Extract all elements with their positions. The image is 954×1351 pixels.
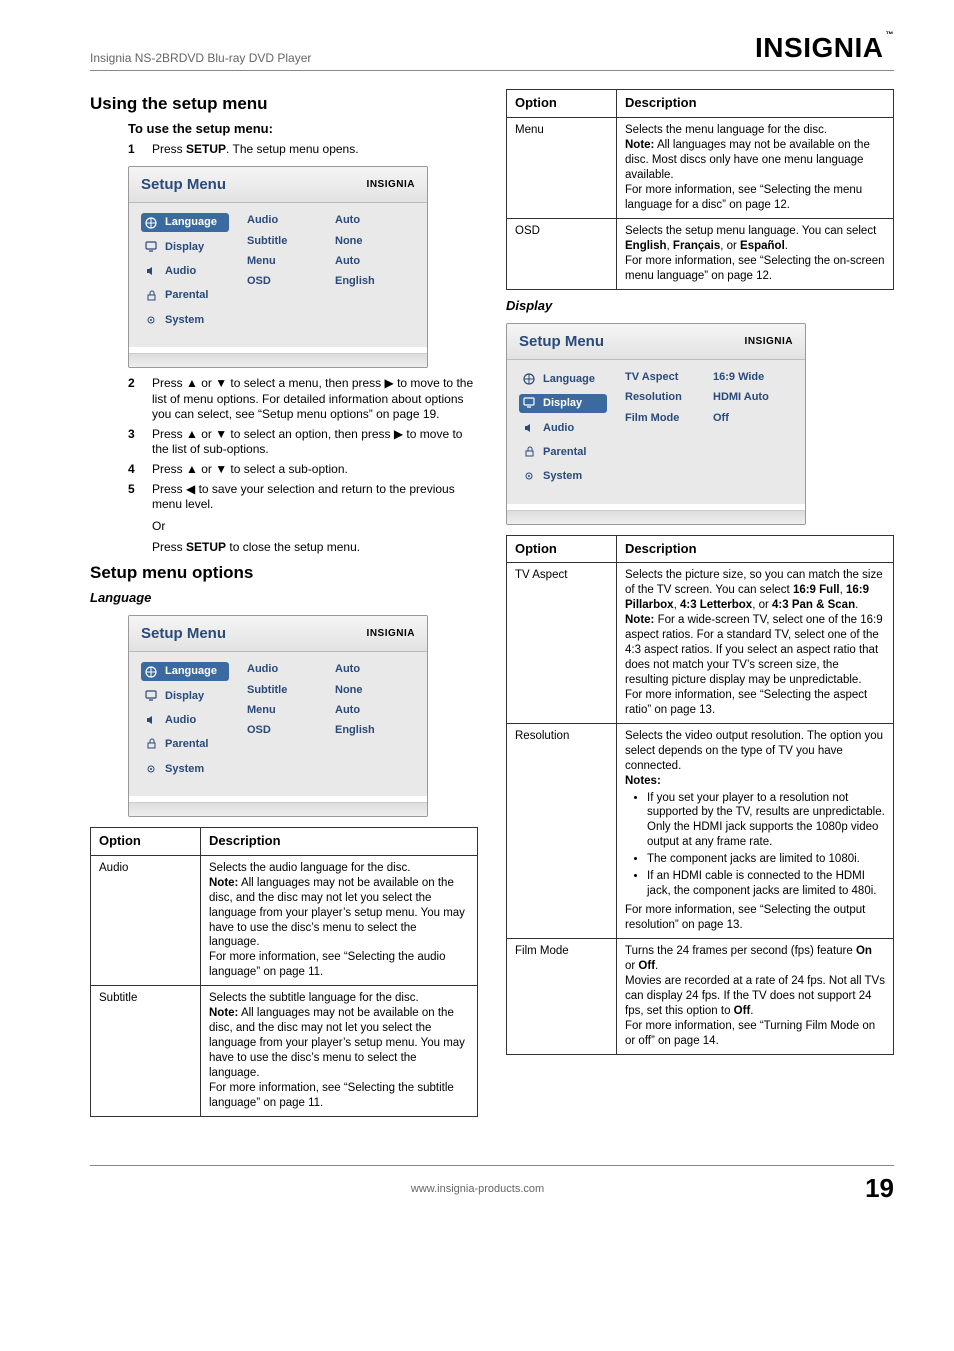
step-3: 3Press ▲ or ▼ to select an option, then … [128, 427, 478, 458]
speaker-icon [145, 265, 159, 277]
step-5: 5Press ◀ to save your selection and retu… [128, 482, 478, 513]
gear-icon [523, 470, 537, 482]
nav-audio[interactable]: Audio [141, 262, 229, 280]
or-text: Or [152, 519, 478, 535]
language-options-table: Option Description Audio Selects the aud… [90, 827, 478, 1117]
nav-system[interactable]: System [141, 311, 229, 329]
subheading-to-use: To use the setup menu: [128, 121, 478, 138]
section-setup-options: Setup menu options [90, 562, 478, 584]
th-description: Description [617, 535, 894, 563]
left-column: Using the setup menu To use the setup me… [90, 89, 478, 1124]
nav-language[interactable]: Language [141, 213, 229, 231]
or-press-setup: Press SETUP to close the setup menu. [152, 540, 478, 556]
row-film-mode: Film Mode Turns the 24 frames per second… [507, 938, 894, 1054]
step-1: 1 Press SETUP. The setup menu opens. [128, 142, 478, 158]
nav-language[interactable]: Language [141, 662, 229, 680]
row-audio: Audio Selects the audio language for the… [91, 855, 478, 986]
brand-logo: INSIGNIA™ [755, 30, 894, 66]
nav-parental[interactable]: Parental [141, 286, 229, 304]
doc-title: Insignia NS-2BRDVD Blu-ray DVD Player [90, 51, 311, 67]
nav-language[interactable]: Language [519, 370, 607, 388]
nav-audio[interactable]: Audio [519, 419, 607, 437]
steps-list-cont: 2Press ▲ or ▼ to select a menu, then pre… [128, 376, 478, 513]
page-number: 19 [865, 1172, 894, 1206]
row-subtitle: Subtitle Selects the subtitle language f… [91, 986, 478, 1117]
page-footer: www.insignia-products.com 19 [90, 1165, 894, 1206]
nav-system[interactable]: System [519, 467, 607, 485]
gear-icon [145, 314, 159, 326]
display-options-table: Option Description TV Aspect Selects the… [506, 535, 894, 1055]
right-column: Option Description Menu Selects the menu… [506, 89, 894, 1124]
monitor-icon [523, 397, 537, 409]
nav-parental[interactable]: Parental [141, 735, 229, 753]
setup-menu-title: Setup Menu [141, 175, 226, 195]
globe-icon [145, 217, 159, 229]
footer-url: www.insignia-products.com [411, 1182, 544, 1196]
nav-audio[interactable]: Audio [141, 711, 229, 729]
step-4: 4Press ▲ or ▼ to select a sub-option. [128, 462, 478, 478]
setup-values: Auto None Auto English [335, 213, 375, 328]
heading-display: Display [506, 298, 894, 315]
setup-labels: Audio Subtitle Menu OSD [247, 213, 317, 328]
setup-menu-language: Setup Menu INSIGNIA Language Display Aud… [128, 166, 428, 368]
lock-icon [145, 290, 159, 302]
setup-menu-language-2: Setup Menu INSIGNIA Language Display Aud… [128, 615, 428, 817]
th-description: Description [201, 827, 478, 855]
monitor-icon [145, 690, 159, 702]
globe-icon [523, 373, 537, 385]
language-options-table-cont: Option Description Menu Selects the menu… [506, 89, 894, 289]
nav-display[interactable]: Display [141, 687, 229, 705]
th-option: Option [507, 535, 617, 563]
row-menu: Menu Selects the menu language for the d… [507, 118, 894, 219]
lock-icon [523, 446, 537, 458]
globe-icon [145, 666, 159, 678]
lock-icon [145, 738, 159, 750]
setup-menu-brand: INSIGNIA [367, 178, 415, 191]
row-tv-aspect: TV Aspect Selects the picture size, so y… [507, 563, 894, 723]
row-osd: OSD Selects the setup menu language. You… [507, 218, 894, 289]
nav-display[interactable]: Display [141, 238, 229, 256]
speaker-icon [523, 422, 537, 434]
setup-nav: Language Display Audio Parental System [141, 213, 229, 328]
th-description: Description [617, 90, 894, 118]
steps-list: 1 Press SETUP. The setup menu opens. [128, 142, 478, 158]
nav-parental[interactable]: Parental [519, 443, 607, 461]
heading-language: Language [90, 590, 478, 607]
resolution-notes-list: If you set your player to a resolution n… [647, 791, 885, 900]
row-resolution: Resolution Selects the video output reso… [507, 723, 894, 938]
gear-icon [145, 763, 159, 775]
setup-menu-display: Setup Menu INSIGNIA Language Display Aud… [506, 323, 806, 525]
step-2: 2Press ▲ or ▼ to select a menu, then pre… [128, 376, 478, 423]
page-header: Insignia NS-2BRDVD Blu-ray DVD Player IN… [90, 30, 894, 71]
monitor-icon [145, 241, 159, 253]
section-using-setup: Using the setup menu [90, 93, 478, 115]
speaker-icon [145, 714, 159, 726]
nav-display[interactable]: Display [519, 394, 607, 412]
th-option: Option [507, 90, 617, 118]
nav-system[interactable]: System [141, 760, 229, 778]
th-option: Option [91, 827, 201, 855]
